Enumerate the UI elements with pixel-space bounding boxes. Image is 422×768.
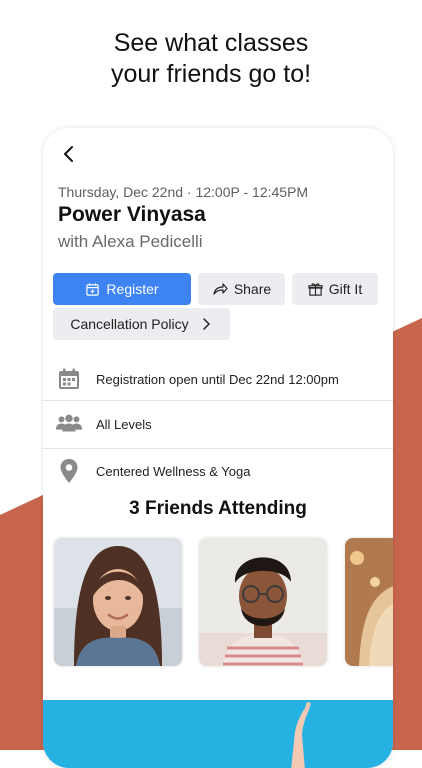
back-button[interactable]	[57, 142, 81, 166]
promo-headline: See what classes your friends go to!	[0, 28, 422, 90]
calendar-icon	[55, 365, 83, 393]
back-icon	[64, 146, 73, 162]
cancellation-policy-button[interactable]: Cancellation Policy	[53, 308, 230, 340]
location-text: Centered Wellness & Yoga	[96, 463, 251, 479]
location-pin-icon	[55, 457, 83, 485]
chevron-right-icon	[202, 318, 210, 330]
level-row: All Levels	[43, 401, 393, 447]
share-button-label: Share	[233, 281, 272, 297]
friend-photo[interactable]	[54, 538, 182, 666]
phone-screen: Thursday, Dec 22nd · 12:00P - 12:45PM Po…	[43, 128, 393, 768]
registration-row: Registration open until Dec 22nd 12:00pm	[43, 356, 393, 402]
cancellation-policy-label: Cancellation Policy	[70, 316, 189, 332]
calendar-plus-icon	[86, 282, 100, 296]
share-arrow-icon	[213, 283, 228, 295]
gift-button[interactable]: Gift It	[292, 273, 378, 305]
gift-icon	[308, 282, 323, 296]
friends-attending-title: 3 Friends Attending	[129, 498, 307, 519]
promo-headline-line1: See what classes	[113, 29, 309, 57]
friend-photo[interactable]	[199, 538, 327, 666]
class-instructor: with Alexa Pedicelli	[58, 232, 203, 251]
class-title: Power Vinyasa	[58, 203, 206, 226]
level-text: All Levels	[96, 416, 152, 432]
class-hero-image	[43, 700, 393, 768]
promo-headline-line2: your friends go to!	[110, 60, 312, 88]
gift-button-label: Gift It	[328, 281, 363, 297]
friend-photo[interactable]	[345, 538, 393, 666]
class-datetime: Thursday, Dec 22nd · 12:00P - 12:45PM	[58, 184, 309, 200]
register-button-label: Register	[106, 281, 159, 297]
location-row[interactable]: Centered Wellness & Yoga	[43, 448, 393, 494]
share-button[interactable]: Share	[198, 273, 285, 305]
people-icon	[55, 410, 83, 438]
register-button[interactable]: Register	[53, 273, 191, 305]
registration-text: Registration open until Dec 22nd 12:00pm	[96, 371, 339, 387]
